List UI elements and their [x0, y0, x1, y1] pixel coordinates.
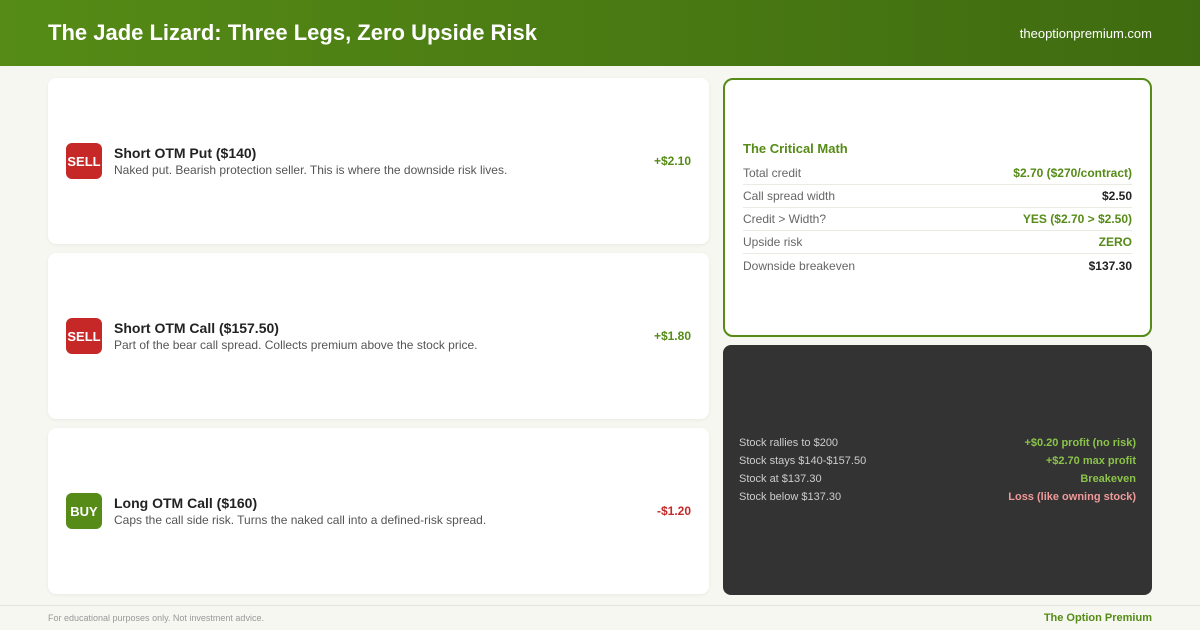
- math-label: Upside risk: [743, 235, 803, 249]
- scenario-row: Stock below $137.30 Loss (like owning st…: [739, 488, 1136, 506]
- math-label: Total credit: [743, 166, 802, 180]
- scenario-value: +$0.20 profit (no risk): [1024, 437, 1136, 449]
- math-label: Downside breakeven: [743, 258, 856, 273]
- buy-badge: BUY: [66, 493, 102, 529]
- math-value: ZERO: [1098, 235, 1132, 249]
- critical-math-panel: The Critical Math Total credit $2.70 ($2…: [723, 78, 1152, 337]
- leg-amount: +$2.10: [653, 154, 691, 168]
- scenario-row: Stock stays $140-$157.50 +$2.70 max prof…: [739, 452, 1136, 470]
- scenario-label: Stock below $137.30: [739, 491, 842, 503]
- leg-description: Naked put. Bearish protection seller. Th…: [114, 163, 508, 177]
- scenario-value: Breakeven: [1080, 473, 1136, 485]
- leg-card-short-put: SELL Short OTM Put ($140) Naked put. Bea…: [48, 78, 709, 244]
- scenarios-panel: Stock rallies to $200 +$0.20 profit (no …: [723, 345, 1152, 595]
- site-url[interactable]: theoptionpremium.com: [1020, 26, 1152, 41]
- leg-name: Short OTM Call ($157.50): [114, 320, 279, 336]
- scenario-rows: Stock rallies to $200 +$0.20 profit (no …: [739, 434, 1136, 506]
- math-row: Credit > Width? YES ($2.70 > $2.50): [743, 208, 1132, 231]
- page-title: The Jade Lizard: Three Legs, Zero Upside…: [48, 20, 538, 45]
- math-value: $2.70 ($270/contract): [1013, 166, 1132, 180]
- leg-description: Caps the call side risk. Turns the naked…: [114, 513, 487, 527]
- math-row: Total credit $2.70 ($270/contract): [743, 162, 1132, 185]
- math-value: YES ($2.70 > $2.50): [1022, 212, 1132, 226]
- scenario-value: +$2.70 max profit: [1045, 455, 1136, 467]
- scenario-label: Stock stays $140-$157.50: [739, 455, 867, 467]
- scenario-value: Loss (like owning stock): [1008, 491, 1136, 503]
- math-rows: Total credit $2.70 ($270/contract) Call …: [743, 162, 1132, 277]
- disclaimer: For educational purposes only. Not inves…: [48, 613, 264, 623]
- math-row: Downside breakeven $137.30: [743, 254, 1132, 277]
- math-value: $2.50: [1101, 189, 1132, 203]
- sell-badge: SELL: [66, 318, 102, 354]
- footer-bar: For educational purposes only. Not inves…: [0, 605, 1200, 630]
- leg-name: Long OTM Call ($160): [114, 495, 258, 511]
- scenario-label: Stock at $137.30: [739, 473, 822, 485]
- math-row: Upside risk ZERO: [743, 231, 1132, 254]
- leg-card-short-call: SELL Short OTM Call ($157.50) Part of th…: [48, 253, 709, 419]
- leg-name: Short OTM Put ($140): [114, 145, 257, 161]
- leg-card-long-call: BUY Long OTM Call ($160) Caps the call s…: [48, 428, 709, 594]
- leg-amount: +$1.80: [653, 329, 691, 343]
- leg-description: Part of the bear call spread. Collects p…: [114, 338, 478, 352]
- scenario-label: Stock rallies to $200: [739, 437, 839, 449]
- math-label: Call spread width: [743, 189, 836, 203]
- sell-badge: SELL: [66, 143, 102, 179]
- brand-name[interactable]: The Option Premium: [1044, 612, 1152, 624]
- leg-amount: -$1.20: [656, 504, 691, 518]
- math-row: Call spread width $2.50: [743, 185, 1132, 208]
- math-title: The Critical Math: [743, 141, 848, 156]
- header-bar: The Jade Lizard: Three Legs, Zero Upside…: [0, 0, 1200, 66]
- math-value: $137.30: [1088, 258, 1132, 273]
- math-label: Credit > Width?: [743, 212, 827, 226]
- scenario-row: Stock at $137.30 Breakeven: [739, 470, 1136, 488]
- scenario-row: Stock rallies to $200 +$0.20 profit (no …: [739, 434, 1136, 452]
